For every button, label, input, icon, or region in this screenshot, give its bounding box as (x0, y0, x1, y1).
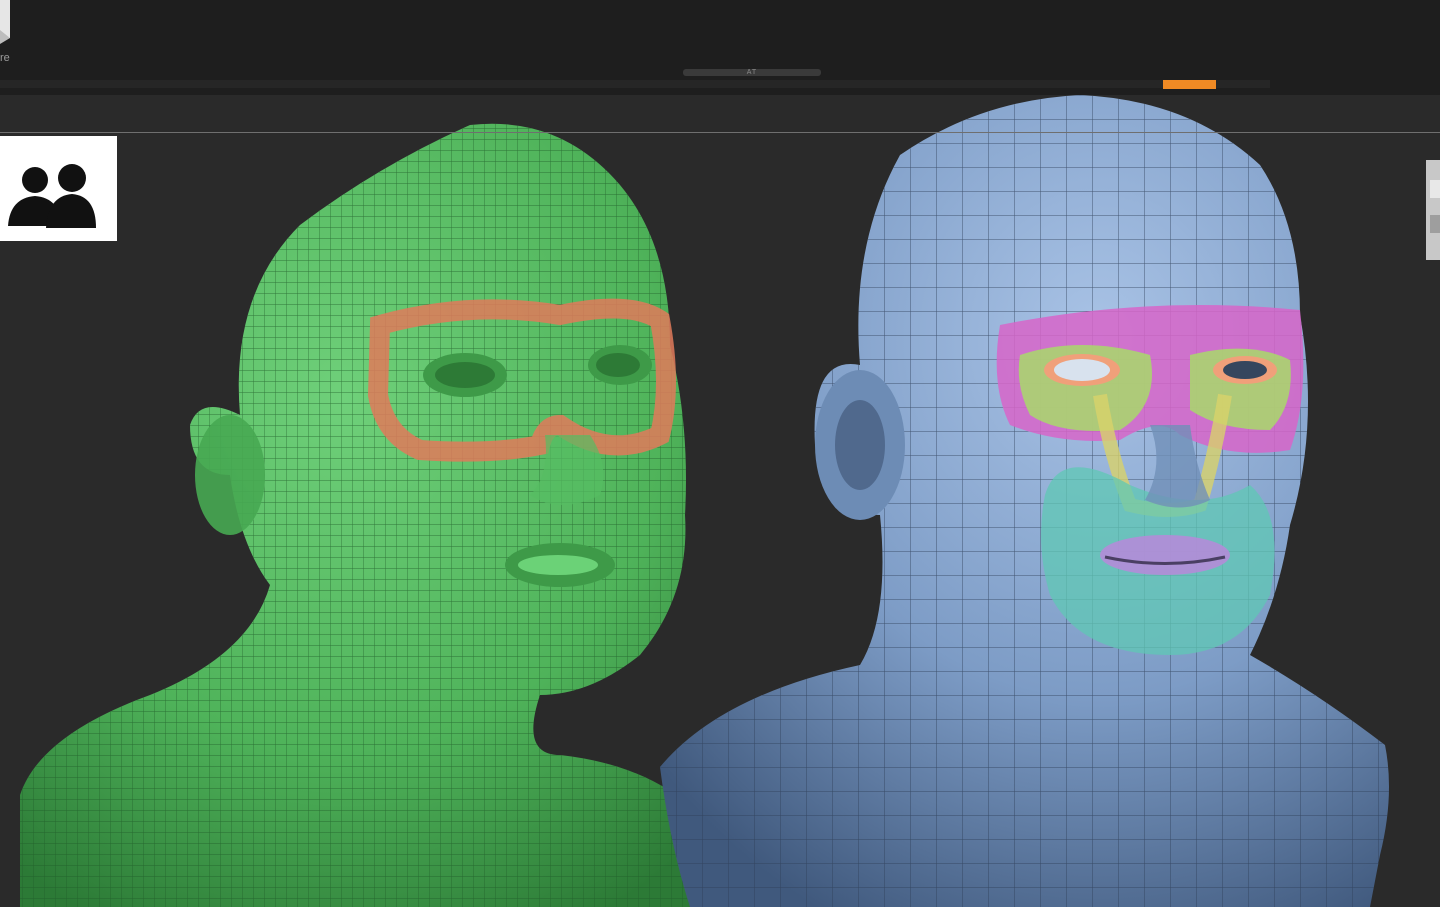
tool-label: re (0, 52, 10, 64)
viewport-guide-line (0, 132, 1440, 133)
scroll-handle[interactable]: AT (683, 69, 821, 76)
blue-head-model[interactable] (660, 95, 1389, 907)
green-head-model[interactable] (20, 123, 740, 907)
side-widget-icon[interactable] (1422, 160, 1440, 260)
active-tab-indicator[interactable] (1163, 80, 1216, 89)
3d-viewport[interactable] (0, 95, 1440, 907)
two-heads-silhouette-icon (8, 164, 96, 228)
subtool-thumbnail[interactable] (0, 136, 117, 241)
toolbar-divider (0, 80, 1270, 88)
tool-icon[interactable] (0, 0, 14, 44)
